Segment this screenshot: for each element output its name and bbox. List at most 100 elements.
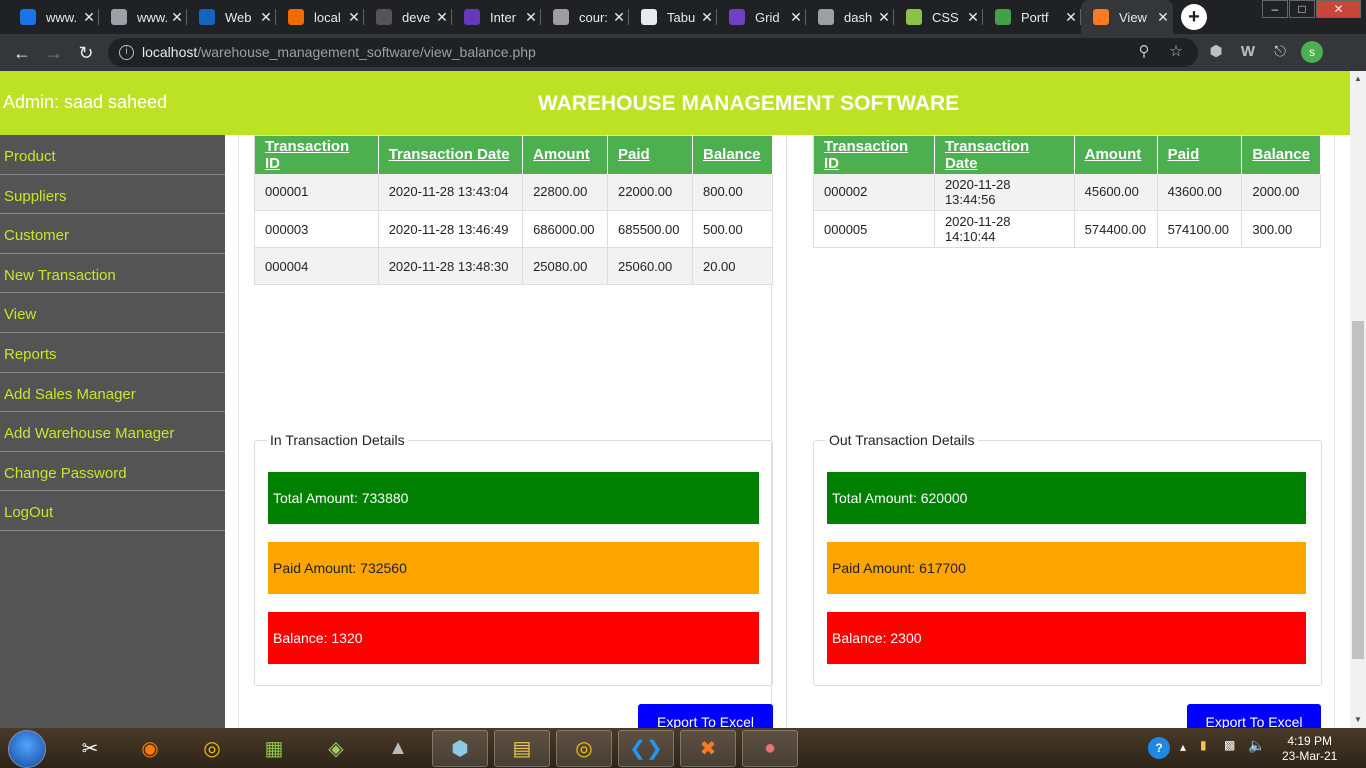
close-tab-icon[interactable]: ✕ [874,9,894,26]
help-icon[interactable]: ? [1148,737,1170,759]
maximize-button[interactable]: □ [1289,0,1315,18]
new-tab-button[interactable]: + [1181,4,1207,30]
column-header[interactable]: Balance [1241,135,1321,174]
chrome-icon[interactable]: ◎ [184,730,240,767]
network-icon[interactable]: ▮ [1200,738,1207,752]
sidebar-item-logout[interactable]: LogOut [0,491,225,531]
close-tab-icon[interactable]: ✕ [344,9,364,26]
chameleon-icon[interactable]: ◈ [308,730,364,767]
browser-tab[interactable]: cour: ✕ [541,0,629,34]
tab-title: Grid [755,9,780,25]
close-window-button[interactable]: ✕ [1316,0,1361,18]
device-icon[interactable]: ▩ [1224,738,1235,752]
forward-icon[interactable]: → [41,40,67,66]
bookmark-star-icon[interactable]: ☆ [1167,43,1185,61]
close-tab-icon[interactable]: ✕ [697,9,717,26]
file-explorer-icon[interactable]: ▤ [494,730,550,767]
sidebar-item-view[interactable]: View [0,293,225,333]
column-header[interactable]: Transaction ID [254,135,379,174]
column-header[interactable]: Amount [522,135,609,174]
column-header[interactable]: Balance [692,135,774,174]
column-header[interactable]: Paid [607,135,693,174]
out-export-button[interactable]: Export To Excel [1187,704,1321,728]
video-icon [20,9,36,25]
close-tab-icon[interactable]: ✕ [256,9,276,26]
column-header[interactable]: Paid [1157,135,1243,174]
reload-icon[interactable]: ↻ [73,40,99,66]
doc-icon [818,9,834,25]
show-hidden-icons-icon[interactable]: ▴ [1180,740,1186,754]
browser-tab[interactable]: View ✕ [1081,0,1173,34]
close-tab-icon[interactable]: ✕ [79,9,99,26]
minimize-button[interactable]: – [1262,0,1288,18]
column-header[interactable]: Transaction Date [934,135,1075,174]
close-tab-icon[interactable]: ✕ [786,9,806,26]
browser-tab[interactable]: deve ✕ [364,0,452,34]
app-icon[interactable]: ▲ [370,730,426,767]
scrollbar-thumb[interactable] [1352,321,1364,659]
virtualbox-icon[interactable]: ⬢ [432,730,488,767]
browser-tab[interactable]: Web ✕ [187,0,276,34]
table-cell: 2020-11-28 13:43:04 [378,173,524,211]
sidebar-item-add-warehouse-manager[interactable]: Add Warehouse Manager [0,412,225,452]
address-bar[interactable]: i localhost/warehouse_management_softwar… [108,38,1198,67]
sidebar-item-suppliers[interactable]: Suppliers [0,175,225,215]
scroll-down-icon[interactable]: ▼ [1350,712,1366,728]
info-icon[interactable]: i [119,45,134,60]
table-cell: 2020-11-28 13:48:30 [378,247,524,285]
close-tab-icon[interactable]: ✕ [432,9,452,26]
table-cell: 22000.00 [607,173,693,211]
close-tab-icon[interactable]: ✕ [167,9,187,26]
calculator-icon[interactable]: ▦ [246,730,302,767]
close-tab-icon[interactable]: ✕ [963,9,983,26]
tool-icon [288,9,304,25]
in-export-button[interactable]: Export To Excel [638,704,773,728]
scroll-up-icon[interactable]: ▲ [1350,71,1366,87]
paint-icon[interactable]: ● [742,730,798,767]
vscode-icon[interactable]: ❮❯ [618,730,674,767]
back-icon[interactable]: ← [9,40,35,66]
browser-tab[interactable]: Portf ✕ [983,0,1081,34]
close-tab-icon[interactable]: ✕ [521,9,541,26]
cap-icon [376,9,392,25]
sidebar-item-change-password[interactable]: Change Password [0,452,225,492]
sidebar-item-add-sales-manager[interactable]: Add Sales Manager [0,373,225,413]
start-button[interactable] [8,730,46,768]
volume-icon[interactable]: 🔈 [1248,737,1265,754]
firefox-icon[interactable]: ◉ [122,730,178,767]
sidebar-item-reports[interactable]: Reports [0,333,225,373]
extension-cube-icon[interactable]: ⬢ [1207,43,1225,61]
xampp-icon[interactable]: ✖ [680,730,736,767]
browser-tab[interactable]: dash ✕ [806,0,894,34]
chrome-task-icon[interactable]: ◎ [556,730,612,767]
browser-tab[interactable]: Grid ✕ [717,0,806,34]
browser-tab[interactable]: Inter ✕ [452,0,541,34]
tab-title: CSS [932,9,959,25]
close-tab-icon[interactable]: ✕ [1061,9,1081,26]
column-header[interactable]: Transaction Date [378,135,524,174]
sidebar-item-customer[interactable]: Customer [0,214,225,254]
column-header[interactable]: Transaction ID [813,135,935,174]
clock-date: 23-Mar-21 [1282,749,1338,763]
sidebar-item-new-transaction[interactable]: New Transaction [0,254,225,294]
tab-title: Portf [1021,9,1049,25]
browser-tab[interactable]: CSS ✕ [894,0,983,34]
page-scrollbar[interactable]: ▲ ▼ [1350,71,1366,728]
profile-avatar[interactable]: s [1301,41,1323,63]
browser-tab[interactable]: www. ✕ [99,0,187,34]
snipping-tool-icon[interactable]: ✂ [62,730,118,767]
close-tab-icon[interactable]: ✕ [609,9,629,26]
css-icon [906,9,922,25]
page: Admin: saad saheed WAREHOUSE MANAGEMENT … [0,71,1366,728]
system-clock[interactable]: 4:19 PM 23-Mar-21 [1282,734,1337,764]
browser-tab[interactable]: local ✕ [276,0,364,34]
zoom-icon[interactable]: ⚲ [1135,43,1153,61]
browser-tab[interactable]: www. ✕ [8,0,99,34]
out-transactions-column: Transaction ID Transaction Date Amount Paid… [786,135,1335,728]
extension-w-icon[interactable]: W [1239,43,1257,61]
browser-tab[interactable]: Tabu ✕ [629,0,717,34]
extensions-puzzle-icon[interactable]: ⎋ [1271,43,1289,61]
column-header[interactable]: Amount [1074,135,1158,174]
close-tab-icon[interactable]: ✕ [1153,9,1173,26]
sidebar-item-product[interactable]: Product [0,135,225,175]
